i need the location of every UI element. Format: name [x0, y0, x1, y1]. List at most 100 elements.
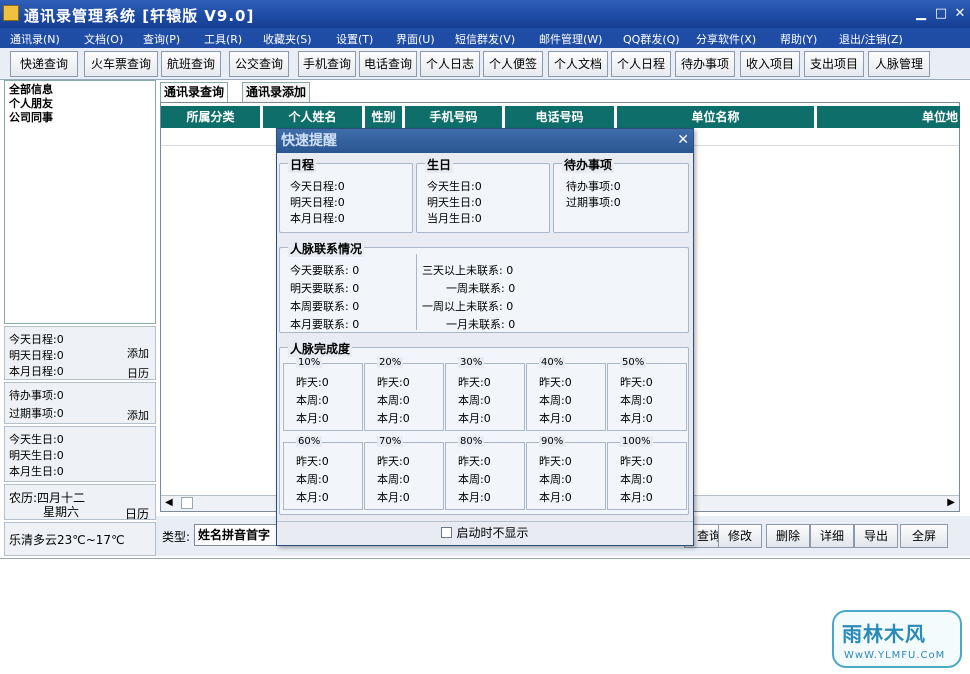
- menu-item[interactable]: 分享软件(X): [696, 31, 756, 47]
- toolbar-button[interactable]: 待办事项: [675, 51, 735, 77]
- weather-text: 乐清多云23℃~17℃: [9, 533, 125, 547]
- column-header[interactable]: 电话号码: [505, 106, 615, 128]
- completion-item: 本月:0: [296, 412, 329, 425]
- toolbar-button[interactable]: 快递查询: [10, 51, 78, 77]
- schedule-summary: 今天日程:0 明天日程:0 添加 本月日程:0 日历: [4, 326, 156, 380]
- completion-percent: 10%: [296, 357, 323, 368]
- edit-button[interactable]: 修改: [718, 524, 762, 548]
- close-icon[interactable]: ✕: [953, 7, 967, 21]
- divider: [416, 254, 417, 330]
- month-birthday: 本月生日:0: [9, 465, 64, 478]
- menu-item[interactable]: 查询(P): [143, 31, 180, 47]
- completion-item: 本月:0: [458, 491, 491, 504]
- toolbar-button[interactable]: 电话查询: [359, 51, 417, 77]
- add-schedule-link[interactable]: 添加: [127, 345, 149, 361]
- completion-box: 30% 昨天:0 本周:0 本月:0: [445, 357, 525, 431]
- today-schedule: 今天日程:0: [9, 333, 64, 346]
- contact-item: 本月要联系: 0: [290, 318, 360, 331]
- toolbar-button[interactable]: 火车票查询: [84, 51, 158, 77]
- column-header[interactable]: 单位地: [817, 106, 961, 128]
- menu-item[interactable]: 工具(R): [204, 31, 242, 47]
- contact-item: 一周以上未联系: 0: [422, 300, 514, 313]
- menu-item[interactable]: 文档(O): [84, 31, 123, 47]
- toolbar-button[interactable]: 个人日程: [611, 51, 671, 77]
- menu-item[interactable]: 帮助(Y): [780, 31, 817, 47]
- scroll-left-icon[interactable]: ◀: [165, 497, 173, 508]
- title-bar: 通讯录管理系统 [轩辕版 V9.0] ▁ □ ✕: [0, 0, 970, 28]
- window-title: 通讯录管理系统 [轩辕版 V9.0]: [24, 7, 255, 25]
- menu-item[interactable]: 设置(T): [336, 31, 373, 47]
- maximize-icon[interactable]: □: [934, 7, 948, 21]
- dialog-close-icon[interactable]: ✕: [677, 132, 689, 148]
- column-header[interactable]: 所属分类: [161, 106, 261, 128]
- scroll-thumb[interactable]: [181, 497, 193, 509]
- completion-item: 本月:0: [539, 491, 572, 504]
- category-item[interactable]: 公司同事: [9, 111, 151, 125]
- toolbar-button[interactable]: 人脉管理: [868, 51, 930, 77]
- minimize-icon[interactable]: ▁: [914, 7, 928, 21]
- toolbar-button[interactable]: 个人便签: [483, 51, 543, 77]
- tab-add[interactable]: 通讯录添加: [242, 82, 311, 102]
- column-header[interactable]: 性别: [365, 106, 403, 128]
- dont-show-checkbox[interactable]: 启动时不显示: [441, 526, 529, 540]
- toolbar-button[interactable]: 个人文档: [548, 51, 608, 77]
- column-header[interactable]: 个人姓名: [263, 106, 363, 128]
- menu-item[interactable]: 邮件管理(W): [539, 31, 602, 47]
- contact-status-group: 人脉联系情况 今天要联系: 0 明天要联系: 0 本周要联系: 0 本月要联系:…: [279, 240, 689, 333]
- schedule-group: 日程 今天日程:0 明天日程:0 本月日程:0: [279, 156, 413, 233]
- completion-item: 昨天:0: [539, 376, 572, 389]
- completion-box: 20% 昨天:0 本周:0 本月:0: [364, 357, 444, 431]
- toolbar-button[interactable]: 航班查询: [161, 51, 221, 77]
- menu-item[interactable]: 退出/注销(Z): [839, 31, 903, 47]
- toolbar-button[interactable]: 个人日志: [420, 51, 480, 77]
- category-tree: 全部信息 个人朋友 公司同事: [4, 80, 156, 324]
- lunar-date: 农历:四月十二 星期六 日历: [4, 484, 156, 522]
- watermark-name: 雨林木风: [842, 622, 926, 646]
- fullscreen-button[interactable]: 全屏: [900, 524, 948, 548]
- menu-item[interactable]: 界面(U): [396, 31, 435, 47]
- category-item[interactable]: 个人朋友: [9, 97, 151, 111]
- tab-query[interactable]: 通讯录查询: [160, 82, 229, 102]
- birthday-group: 生日 今天生日:0 明天生日:0 当月生日:0: [416, 156, 550, 233]
- toolbar-button[interactable]: 收入项目: [740, 51, 800, 77]
- menu-item[interactable]: 短信群发(V): [455, 31, 515, 47]
- column-header[interactable]: 单位名称: [617, 106, 815, 128]
- completion-item: 本周:0: [296, 473, 329, 486]
- completion-box: 100% 昨天:0 本周:0 本月:0: [607, 436, 687, 510]
- menu-item[interactable]: 通讯录(N): [10, 31, 60, 47]
- completion-percent: 30%: [458, 357, 485, 368]
- detail-button[interactable]: 详细: [810, 524, 854, 548]
- todo-item: 待办事项:0: [566, 180, 621, 193]
- completion-box: 50% 昨天:0 本周:0 本月:0: [607, 357, 687, 431]
- completion-box: 80% 昨天:0 本周:0 本月:0: [445, 436, 525, 510]
- weekday-text: 星期六: [43, 505, 80, 519]
- add-todo-link[interactable]: 添加: [127, 407, 149, 423]
- completion-item: 昨天:0: [296, 376, 329, 389]
- contact-item: 一周未联系: 0: [446, 282, 516, 295]
- birthday-item: 当月生日:0: [427, 212, 482, 225]
- type-label: 类型:: [162, 530, 191, 544]
- completion-item: 昨天:0: [377, 376, 410, 389]
- menu-item[interactable]: QQ群发(Q): [623, 31, 680, 47]
- scroll-right-icon[interactable]: ▶: [947, 497, 955, 508]
- birthday-summary: 今天生日:0 明天生日:0 本月生日:0: [4, 426, 156, 482]
- toolbar-button[interactable]: 公交查询: [229, 51, 289, 77]
- completion-item: 昨天:0: [539, 455, 572, 468]
- toolbar: 快递查询 火车票查询 航班查询 公交查询 手机查询 电话查询 个人日志 个人便签…: [0, 48, 970, 80]
- completion-box: 60% 昨天:0 本周:0 本月:0: [283, 436, 363, 510]
- overdue-count: 过期事项:0: [9, 407, 64, 420]
- completion-percent: 100%: [620, 436, 653, 447]
- completion-item: 本月:0: [296, 491, 329, 504]
- menu-item[interactable]: 收藏夹(S): [263, 31, 312, 47]
- calendar-link[interactable]: 日历: [127, 365, 149, 381]
- toolbar-button[interactable]: 手机查询: [298, 51, 356, 77]
- toolbar-button[interactable]: 支出项目: [804, 51, 864, 77]
- lunar-calendar-link[interactable]: 日历: [125, 505, 149, 522]
- column-header[interactable]: 手机号码: [405, 106, 503, 128]
- todo-item: 过期事项:0: [566, 196, 621, 209]
- delete-button[interactable]: 删除: [766, 524, 810, 548]
- export-button[interactable]: 导出: [854, 524, 898, 548]
- watermark-logo: 雨林木风 WwW.YLMFU.CoM: [832, 610, 962, 668]
- completion-item: 本周:0: [458, 394, 491, 407]
- category-item[interactable]: 全部信息: [9, 83, 151, 97]
